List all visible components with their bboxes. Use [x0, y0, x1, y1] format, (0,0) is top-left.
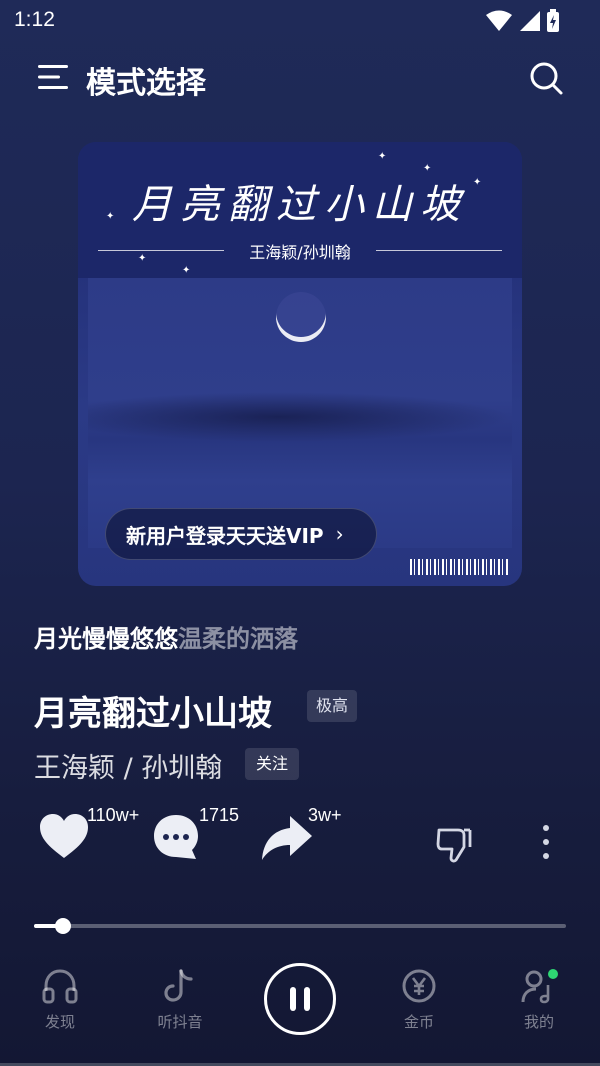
notification-dot — [548, 969, 558, 979]
comment-icon[interactable] — [152, 812, 200, 862]
progress-bar[interactable] — [34, 918, 566, 934]
follow-button[interactable]: 关注 — [245, 748, 300, 780]
pause-icon — [290, 987, 296, 1011]
coin-icon — [402, 969, 436, 1003]
like-count: 110w+ — [87, 805, 140, 825]
cover-divider — [376, 250, 502, 251]
nav-label-listen-douyin: 听抖音 — [157, 1013, 203, 1031]
header: 模式选择 — [0, 52, 600, 104]
star-icon: ✦ — [378, 151, 387, 162]
search-icon[interactable] — [528, 60, 564, 96]
nav-item-coins[interactable]: 金币 — [374, 967, 464, 1032]
status-time: 1:12 — [14, 8, 55, 31]
barcode-graphic — [410, 559, 510, 575]
status-bar: 1:12 — [0, 0, 600, 42]
wifi-icon — [486, 10, 512, 31]
nav-label-me: 我的 — [523, 1013, 554, 1031]
comment-count: 1715 — [199, 805, 240, 825]
moon-graphic — [276, 292, 326, 342]
signal-icon — [520, 11, 540, 31]
status-icons — [486, 9, 560, 33]
nav-label-discover: 发现 — [44, 1013, 75, 1031]
dot — [543, 825, 549, 831]
artist-name[interactable]: 王海颖 / 孙圳翰 — [34, 746, 222, 785]
like-heart-icon[interactable] — [38, 812, 90, 862]
vip-promo-button[interactable]: 新用户登录天天送VIP › — [105, 508, 377, 560]
song-title: 月亮翻过小山坡 — [34, 694, 272, 734]
star-icon: ✦ — [182, 265, 191, 276]
share-count: 3w+ — [308, 805, 342, 825]
share-arrow-icon[interactable] — [260, 812, 314, 864]
nav-item-me[interactable]: 我的 — [494, 967, 584, 1032]
tiktok-icon — [164, 969, 193, 1002]
headphones-icon — [42, 969, 78, 1004]
quality-badge[interactable]: 极高 — [307, 690, 358, 722]
cover-artist: 王海颖/孙圳翰 — [249, 243, 351, 262]
nav-item-listen-douyin[interactable]: 听抖音 — [135, 967, 225, 1032]
vip-promo-label: 新用户登录天天送VIP — [126, 523, 324, 548]
cover-title: 月亮翻过小山坡 — [132, 182, 468, 228]
nav-label-coins: 金币 — [403, 1013, 434, 1031]
lyric-highlighted: 月光慢慢悠悠 — [34, 625, 178, 653]
more-options-icon[interactable] — [538, 825, 554, 863]
lyric-line[interactable]: 月光慢慢悠悠温柔的洒落 — [34, 619, 298, 654]
progress-thumb[interactable] — [55, 918, 72, 934]
battery-icon — [547, 9, 559, 32]
dislike-thumb-icon[interactable] — [436, 826, 472, 864]
nav-item-discover[interactable]: 发现 — [15, 967, 105, 1032]
chevron-right-icon: › — [335, 522, 344, 546]
lyric-dimmed: 温柔的洒落 — [178, 625, 298, 653]
bottom-nav: 发现 听抖音 金币 我的 — [0, 955, 600, 1066]
dot — [543, 839, 549, 845]
pause-icon — [304, 987, 310, 1011]
page-title: 模式选择 — [86, 66, 206, 101]
pause-button[interactable] — [264, 963, 336, 1035]
cover-cloud — [88, 392, 512, 442]
dot — [543, 853, 549, 859]
menu-icon[interactable] — [36, 62, 70, 92]
album-cover[interactable]: ✦ ✦ ✦ ✦ ✦ ✦ 月亮翻过小山坡 王海颖/孙圳翰 新用户登录天天送VIP … — [78, 142, 522, 586]
